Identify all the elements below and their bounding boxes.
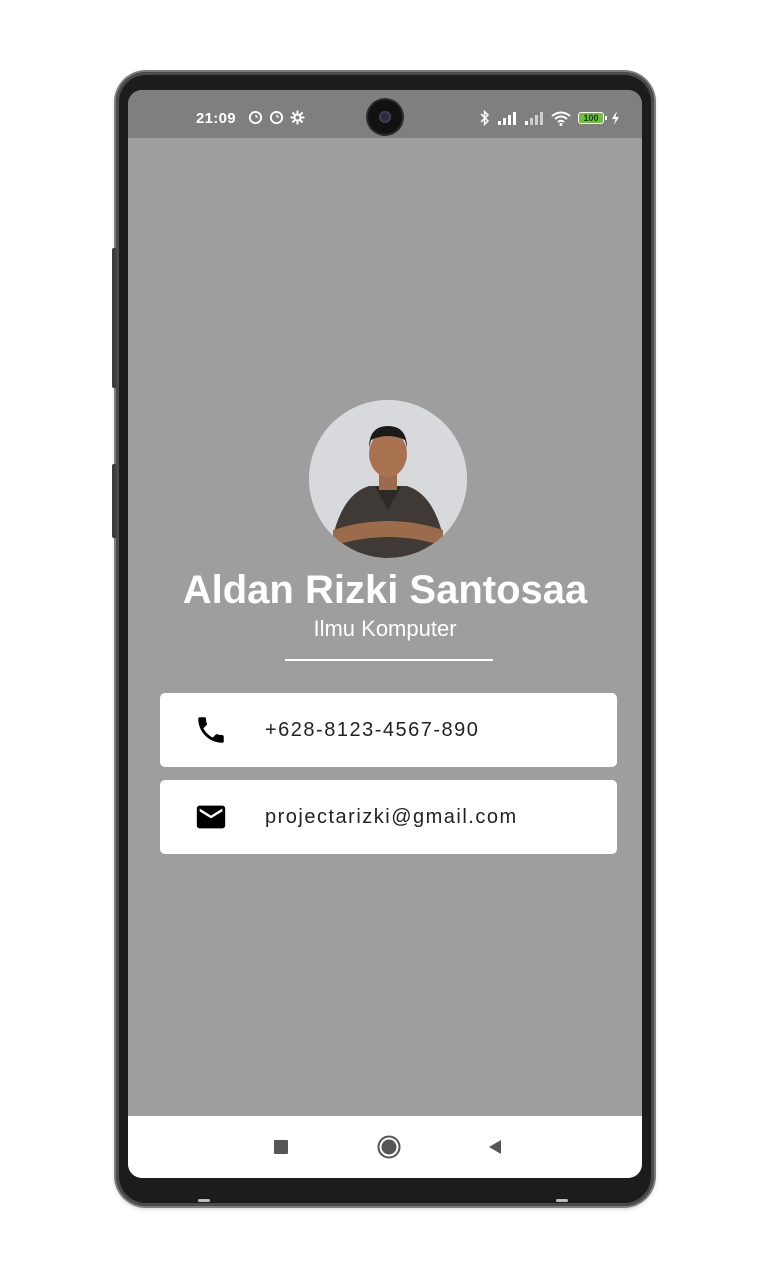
status-bar: 21:09 100 (128, 90, 642, 138)
frame-detail (556, 1199, 568, 1202)
signal-icon (498, 112, 516, 125)
charging-icon (612, 111, 619, 125)
status-left-icons (248, 110, 305, 125)
profile-avatar (309, 400, 467, 558)
sync-icon (269, 110, 284, 125)
profile-photo (309, 400, 467, 558)
mail-icon (196, 805, 226, 829)
volume-button (112, 248, 116, 388)
frame-detail (198, 1199, 210, 1202)
phone-icon (198, 717, 224, 743)
profile-name: Aldan Rizki Santosaa (182, 568, 588, 612)
power-button (112, 464, 116, 538)
home-icon[interactable] (376, 1134, 402, 1160)
settings-icon (290, 110, 305, 125)
recent-apps-icon[interactable] (268, 1134, 294, 1160)
front-camera (368, 100, 402, 134)
wifi-icon (551, 111, 571, 126)
email-card[interactable]: projectarizki@gmail.com (160, 780, 617, 854)
battery-level: 100 (583, 113, 599, 123)
battery-icon: 100 (578, 112, 607, 124)
email-address: projectarizki@gmail.com (265, 806, 518, 828)
phone-number: +628-8123-4567-890 (265, 719, 480, 741)
profile-subtitle: Ilmu Komputer (313, 616, 457, 641)
app-screen: 21:09 100 Aldan Rizki Santosaa Ilmu Komp… (128, 90, 642, 1178)
status-right-icons: 100 (479, 110, 620, 126)
phone-card[interactable]: +628-8123-4567-890 (160, 693, 617, 767)
navigation-bar (128, 1116, 642, 1178)
sync-icon (248, 110, 263, 125)
status-time: 21:09 (196, 110, 236, 127)
signal-weak-icon (525, 112, 543, 125)
back-icon[interactable] (482, 1134, 508, 1160)
bluetooth-icon (480, 110, 490, 126)
divider (285, 659, 493, 661)
